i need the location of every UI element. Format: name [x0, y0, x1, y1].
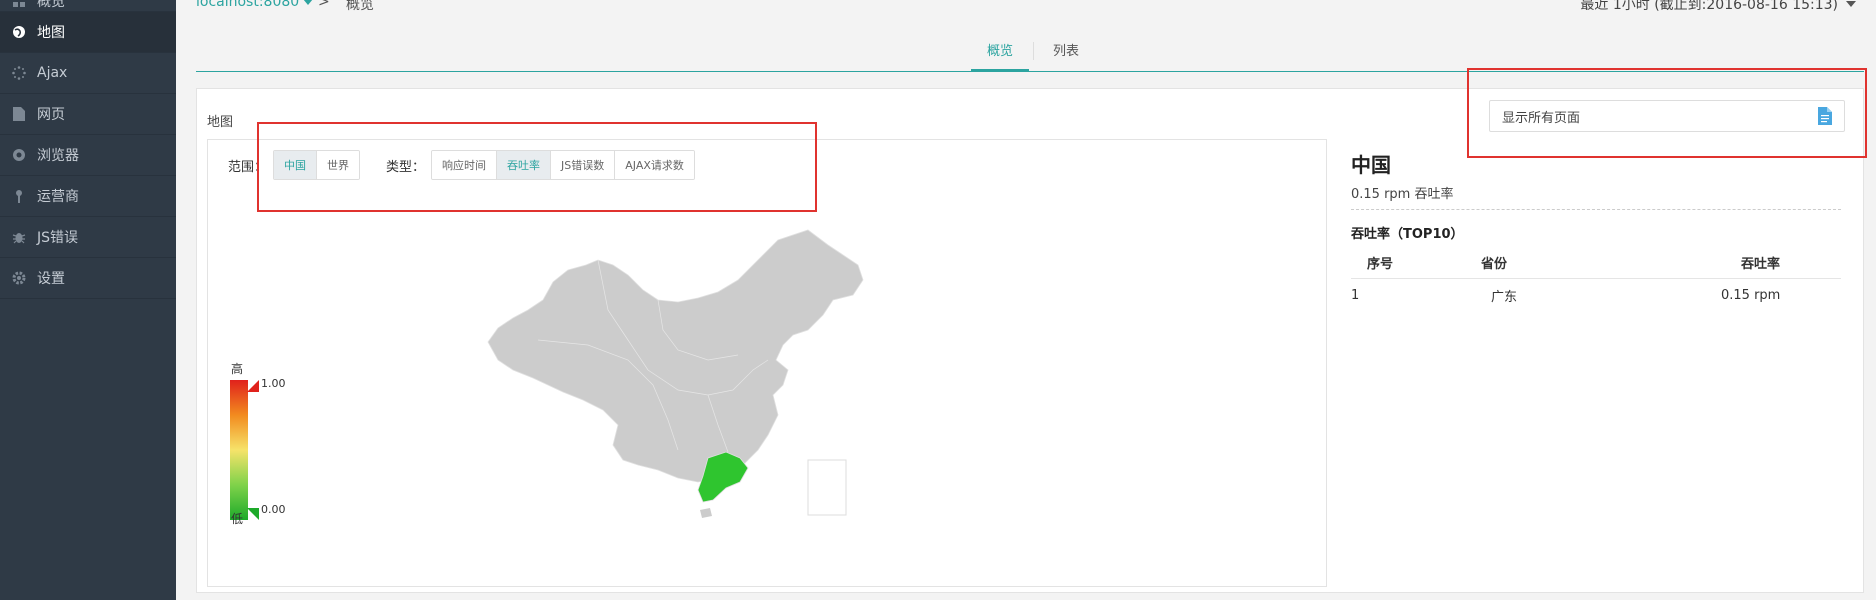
tab-divider	[1033, 42, 1034, 60]
globe-icon	[11, 24, 27, 40]
legend-gradient-bar[interactable]	[230, 380, 248, 520]
table-header: 序号 省份 吞吐率	[1351, 247, 1841, 279]
gear-icon	[11, 270, 27, 286]
tab-list[interactable]: 列表	[1037, 40, 1095, 72]
divider	[1351, 209, 1841, 210]
sidebar-item-label: 设置	[37, 271, 65, 287]
region-title: 中国	[1351, 153, 1391, 177]
sidebar-item-label: 地图	[37, 25, 65, 41]
legend-min-handle[interactable]	[247, 508, 259, 520]
sidebar-item-carrier[interactable]: 运营商	[0, 176, 176, 217]
chevron-down-icon	[1846, 1, 1856, 7]
signal-icon	[11, 188, 27, 204]
legend-high-label: 高	[231, 362, 244, 376]
column-header: 吞吐率	[1741, 257, 1781, 272]
bug-icon	[11, 229, 27, 245]
time-range-label: 最近 1小时 (截止到:2016-08-16 15:13)	[1580, 0, 1838, 13]
top10-title: 吞吐率（TOP10）	[1351, 227, 1464, 242]
sidebar-item-browser[interactable]: 浏览器	[0, 135, 176, 176]
sidebar-item-js-errors[interactable]: JS错误	[0, 217, 176, 258]
china-map[interactable]	[478, 220, 898, 520]
tab-overview[interactable]: 概览	[971, 40, 1030, 72]
host-label: localhost:8080	[196, 0, 300, 10]
china-mainland-shape[interactable]	[487, 229, 864, 483]
file-icon	[11, 106, 27, 122]
value-cell: 0.15 rpm	[1721, 287, 1781, 303]
sidebar-item-label: 浏览器	[37, 148, 79, 164]
annotation-box-page-select	[1467, 68, 1867, 158]
chevron-down-icon	[303, 0, 314, 5]
south-china-sea-inset	[807, 459, 847, 516]
breadcrumb-current: 概览	[346, 0, 374, 13]
table-row: 1 广东 0.15 rpm	[1351, 279, 1841, 311]
summary-panel: 中国 0.15 rpm 吞吐率 吞吐率（TOP10） 序号 省份 吞吐率 1 广…	[1337, 139, 1855, 587]
sidebar: 概览 地图 Ajax 网页 浏览器 运营商 JS错误 设置	[0, 0, 176, 600]
sidebar-item-label: JS错误	[37, 230, 79, 246]
grid-icon	[11, 0, 27, 9]
sidebar-item-map[interactable]: 地图	[0, 12, 176, 53]
hainan-shape[interactable]	[700, 508, 712, 518]
region-metric: 0.15 rpm 吞吐率	[1351, 187, 1454, 202]
sidebar-item-label: 概览	[37, 0, 65, 10]
legend-max-handle[interactable]	[247, 380, 259, 392]
legend-low-label: 低	[231, 512, 244, 526]
sidebar-item-label: Ajax	[37, 65, 68, 81]
column-header: 省份	[1481, 257, 1508, 272]
column-header: 序号	[1367, 257, 1394, 272]
spinner-icon	[11, 65, 27, 81]
legend-max-value: 1.00	[261, 377, 286, 390]
sidebar-item-label: 运营商	[37, 189, 79, 205]
top10-table: 序号 省份 吞吐率 1 广东 0.15 rpm	[1351, 247, 1841, 311]
panel-title: 地图	[207, 115, 234, 130]
color-legend: 高 1.00 0.00 低	[228, 360, 288, 530]
sidebar-item-pages[interactable]: 网页	[0, 94, 176, 135]
legend-min-value: 0.00	[261, 503, 286, 516]
time-range-dropdown[interactable]: 最近 1小时 (截止到:2016-08-16 15:13)	[1580, 0, 1856, 14]
breadcrumb-separator: >	[318, 0, 330, 10]
topbar: localhost:8080 > 概览 最近 1小时 (截止到:2016-08-…	[176, 0, 1876, 18]
sidebar-item-label: 网页	[37, 107, 65, 123]
rank-cell: 1	[1351, 287, 1360, 303]
sidebar-item-overview[interactable]: 概览	[0, 0, 176, 12]
sidebar-item-ajax[interactable]: Ajax	[0, 53, 176, 94]
province-cell: 广东	[1491, 289, 1518, 305]
sidebar-item-settings[interactable]: 设置	[0, 258, 176, 299]
host-dropdown[interactable]: localhost:8080	[196, 0, 314, 10]
browser-icon	[11, 147, 27, 163]
annotation-box-filters	[257, 122, 817, 212]
tab-bar: 概览 列表	[196, 36, 1864, 72]
